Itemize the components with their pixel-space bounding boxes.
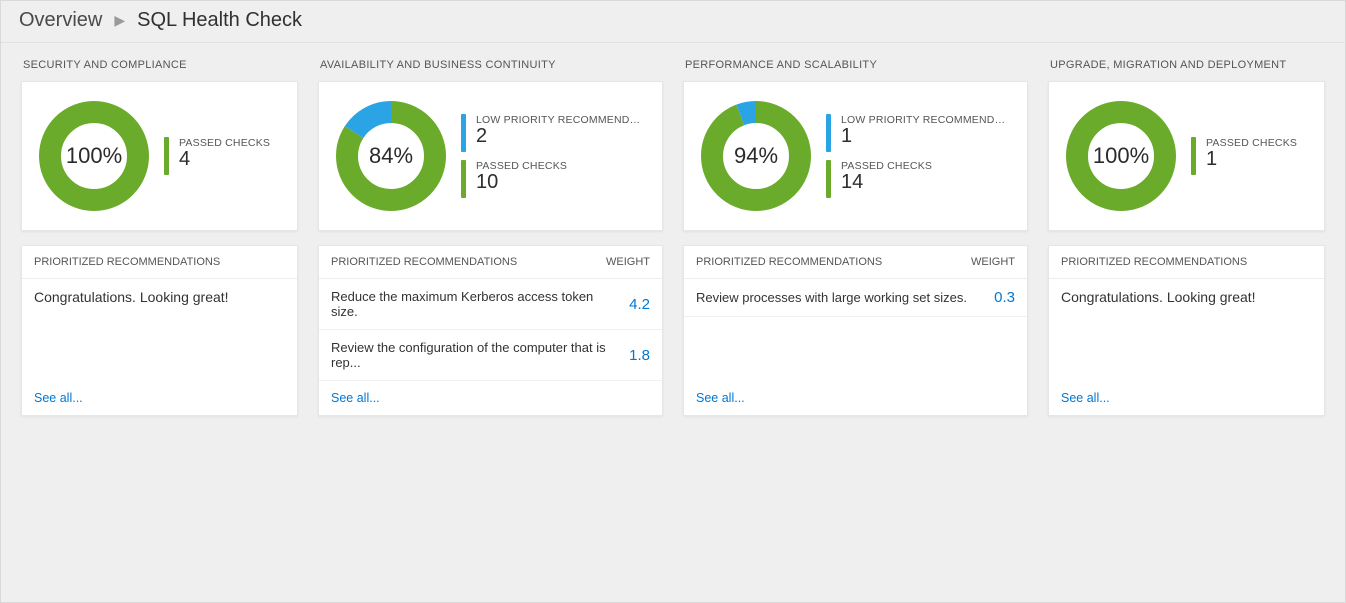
recommendations-card: PRIORITIZED RECOMMENDATIONS WEIGHT Review … xyxy=(683,245,1028,416)
chevron-right-icon: ▶ xyxy=(114,12,125,29)
recommendations-body: Reduce the maximum Kerberos access token… xyxy=(319,279,662,381)
legend-value: 1 xyxy=(1206,149,1297,170)
recommendations-body: Review processes with large working set … xyxy=(684,279,1027,381)
recommendations-card: PRIORITIZED RECOMMENDATIONS Congratulatio… xyxy=(21,245,298,416)
see-all-link[interactable]: See all... xyxy=(34,391,83,405)
donut-card[interactable]: 100% PASSED CHECKS4 xyxy=(21,81,298,231)
column: AVAILABILITY AND BUSINESS CONTINUITY84%L… xyxy=(318,57,663,416)
recommendations-card: PRIORITIZED RECOMMENDATIONS WEIGHT Reduce … xyxy=(318,245,663,416)
prioritized-label: PRIORITIZED RECOMMENDATIONS xyxy=(1061,256,1247,268)
legend-value: 2 xyxy=(476,126,646,147)
recommendation-weight: 4.2 xyxy=(614,296,650,313)
prioritized-label: PRIORITIZED RECOMMENDATIONS xyxy=(331,256,517,268)
legend-label: LOW PRIORITY RECOMMENDATIO... xyxy=(841,114,1011,126)
recommendation-weight: 1.8 xyxy=(614,347,650,364)
recommendation-text: Reduce the maximum Kerberos access token… xyxy=(331,289,614,319)
breadcrumb: Overview ▶ SQL Health Check xyxy=(1,1,1345,43)
recommendations-card: PRIORITIZED RECOMMENDATIONS Congratulatio… xyxy=(1048,245,1325,416)
recommendations-empty: Congratulations. Looking great! xyxy=(22,279,297,315)
legend-value: 10 xyxy=(476,172,567,193)
recommendations-header: PRIORITIZED RECOMMENDATIONS WEIGHT xyxy=(684,246,1027,279)
legend-bar-icon xyxy=(826,114,831,152)
see-all-link[interactable]: See all... xyxy=(696,391,745,405)
legend-passed-checks: PASSED CHECKS4 xyxy=(164,137,270,175)
donut-card[interactable]: 84% LOW PRIORITY RECOMMENDATIO...2 PASSED … xyxy=(318,81,663,231)
recommendations-footer: See all... xyxy=(1049,381,1324,415)
legend: PASSED CHECKS4 xyxy=(164,137,270,175)
legend: PASSED CHECKS1 xyxy=(1191,137,1297,175)
legend-bar-icon xyxy=(1191,137,1196,175)
breadcrumb-root[interactable]: Overview xyxy=(19,9,102,32)
legend-value: 1 xyxy=(841,126,1011,147)
legend-bar-icon xyxy=(461,114,466,152)
donut-card[interactable]: 100% PASSED CHECKS1 xyxy=(1048,81,1325,231)
column-title: PERFORMANCE AND SCALABILITY xyxy=(685,59,1028,71)
legend-label: LOW PRIORITY RECOMMENDATIO... xyxy=(476,114,646,126)
weight-label: WEIGHT xyxy=(971,256,1015,268)
recommendation-row[interactable]: Reduce the maximum Kerberos access token… xyxy=(319,279,662,330)
recommendations-body: Congratulations. Looking great! xyxy=(1049,279,1324,381)
legend-value: 14 xyxy=(841,172,932,193)
breadcrumb-current: SQL Health Check xyxy=(137,9,302,32)
recommendations-header: PRIORITIZED RECOMMENDATIONS WEIGHT xyxy=(319,246,662,279)
recommendations-body: Congratulations. Looking great! xyxy=(22,279,297,381)
legend: LOW PRIORITY RECOMMENDATIO...1 PASSED CHE… xyxy=(826,114,1011,198)
legend-low-priority: LOW PRIORITY RECOMMENDATIO...2 xyxy=(461,114,646,152)
column-title: AVAILABILITY AND BUSINESS CONTINUITY xyxy=(320,59,663,71)
recommendations-footer: See all... xyxy=(22,381,297,415)
recommendations-footer: See all... xyxy=(684,381,1027,415)
legend-bar-icon xyxy=(826,160,831,198)
legend-bar-icon xyxy=(164,137,169,175)
recommendation-text: Review the configuration of the computer… xyxy=(331,340,614,370)
legend-passed-checks: PASSED CHECKS10 xyxy=(461,160,646,198)
recommendations-empty: Congratulations. Looking great! xyxy=(1049,279,1324,315)
see-all-link[interactable]: See all... xyxy=(1061,391,1110,405)
donut-percent: 94% xyxy=(700,100,812,212)
legend-value: 4 xyxy=(179,149,270,170)
recommendations-header: PRIORITIZED RECOMMENDATIONS xyxy=(22,246,297,279)
recommendations-footer: See all... xyxy=(319,381,662,415)
legend-label: PASSED CHECKS xyxy=(179,137,270,149)
donut-chart: 94% xyxy=(700,100,812,212)
recommendations-header: PRIORITIZED RECOMMENDATIONS xyxy=(1049,246,1324,279)
donut-chart: 100% xyxy=(1065,100,1177,212)
donut-card[interactable]: 94% LOW PRIORITY RECOMMENDATIO...1 PASSED … xyxy=(683,81,1028,231)
prioritized-label: PRIORITIZED RECOMMENDATIONS xyxy=(34,256,220,268)
recommendation-row[interactable]: Review processes with large working set … xyxy=(684,279,1027,317)
column: UPGRADE, MIGRATION AND DEPLOYMENT 100% PAS… xyxy=(1048,57,1325,416)
donut-percent: 100% xyxy=(38,100,150,212)
legend-bar-icon xyxy=(461,160,466,198)
tile-grid: SECURITY AND COMPLIANCE 100% PASSED CHECKS… xyxy=(1,43,1345,436)
legend: LOW PRIORITY RECOMMENDATIO...2 PASSED CHE… xyxy=(461,114,646,198)
donut-chart: 84% xyxy=(335,100,447,212)
donut-chart: 100% xyxy=(38,100,150,212)
weight-label: WEIGHT xyxy=(606,256,650,268)
recommendation-row[interactable]: Review the configuration of the computer… xyxy=(319,330,662,381)
column-title: SECURITY AND COMPLIANCE xyxy=(23,59,298,71)
column-title: UPGRADE, MIGRATION AND DEPLOYMENT xyxy=(1050,59,1325,71)
see-all-link[interactable]: See all... xyxy=(331,391,380,405)
column: SECURITY AND COMPLIANCE 100% PASSED CHECKS… xyxy=(21,57,298,416)
legend-passed-checks: PASSED CHECKS1 xyxy=(1191,137,1297,175)
page: Overview ▶ SQL Health Check SECURITY AND… xyxy=(0,0,1346,603)
legend-label: PASSED CHECKS xyxy=(1206,137,1297,149)
prioritized-label: PRIORITIZED RECOMMENDATIONS xyxy=(696,256,882,268)
donut-percent: 100% xyxy=(1065,100,1177,212)
column: PERFORMANCE AND SCALABILITY94%LOW PRIORI… xyxy=(683,57,1028,416)
recommendation-weight: 0.3 xyxy=(979,289,1015,306)
donut-percent: 84% xyxy=(335,100,447,212)
legend-passed-checks: PASSED CHECKS14 xyxy=(826,160,1011,198)
legend-low-priority: LOW PRIORITY RECOMMENDATIO...1 xyxy=(826,114,1011,152)
recommendation-text: Review processes with large working set … xyxy=(696,290,967,305)
